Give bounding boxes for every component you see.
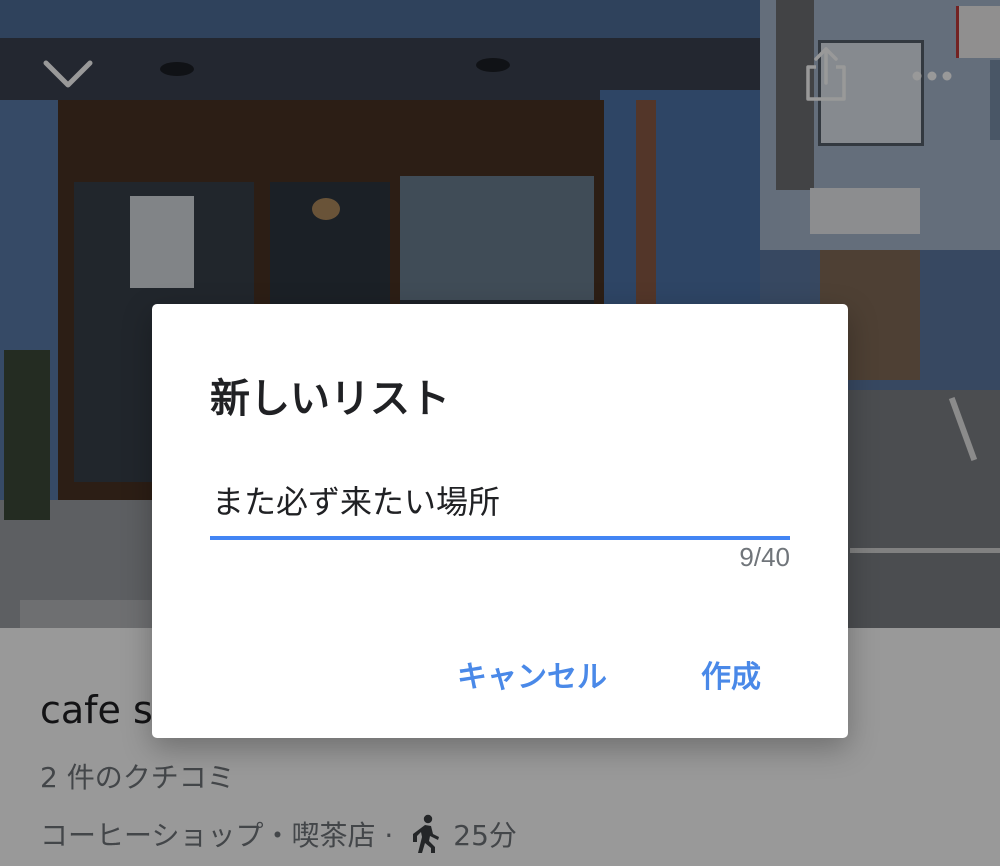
dialog-title: 新しいリスト [210,376,450,422]
cancel-button[interactable]: キャンセル [457,652,607,696]
character-counter: 9/40 [739,542,790,572]
new-list-dialog: 新しいリスト 9/40 キャンセル 作成 [152,304,848,738]
list-name-field[interactable] [210,472,792,540]
create-button[interactable]: 作成 [701,652,761,696]
screen: cafe s 2 件のクチコミ コーヒーショップ・喫茶店 · 25分 新しいリス… [0,0,1000,866]
list-name-input[interactable] [210,472,792,528]
